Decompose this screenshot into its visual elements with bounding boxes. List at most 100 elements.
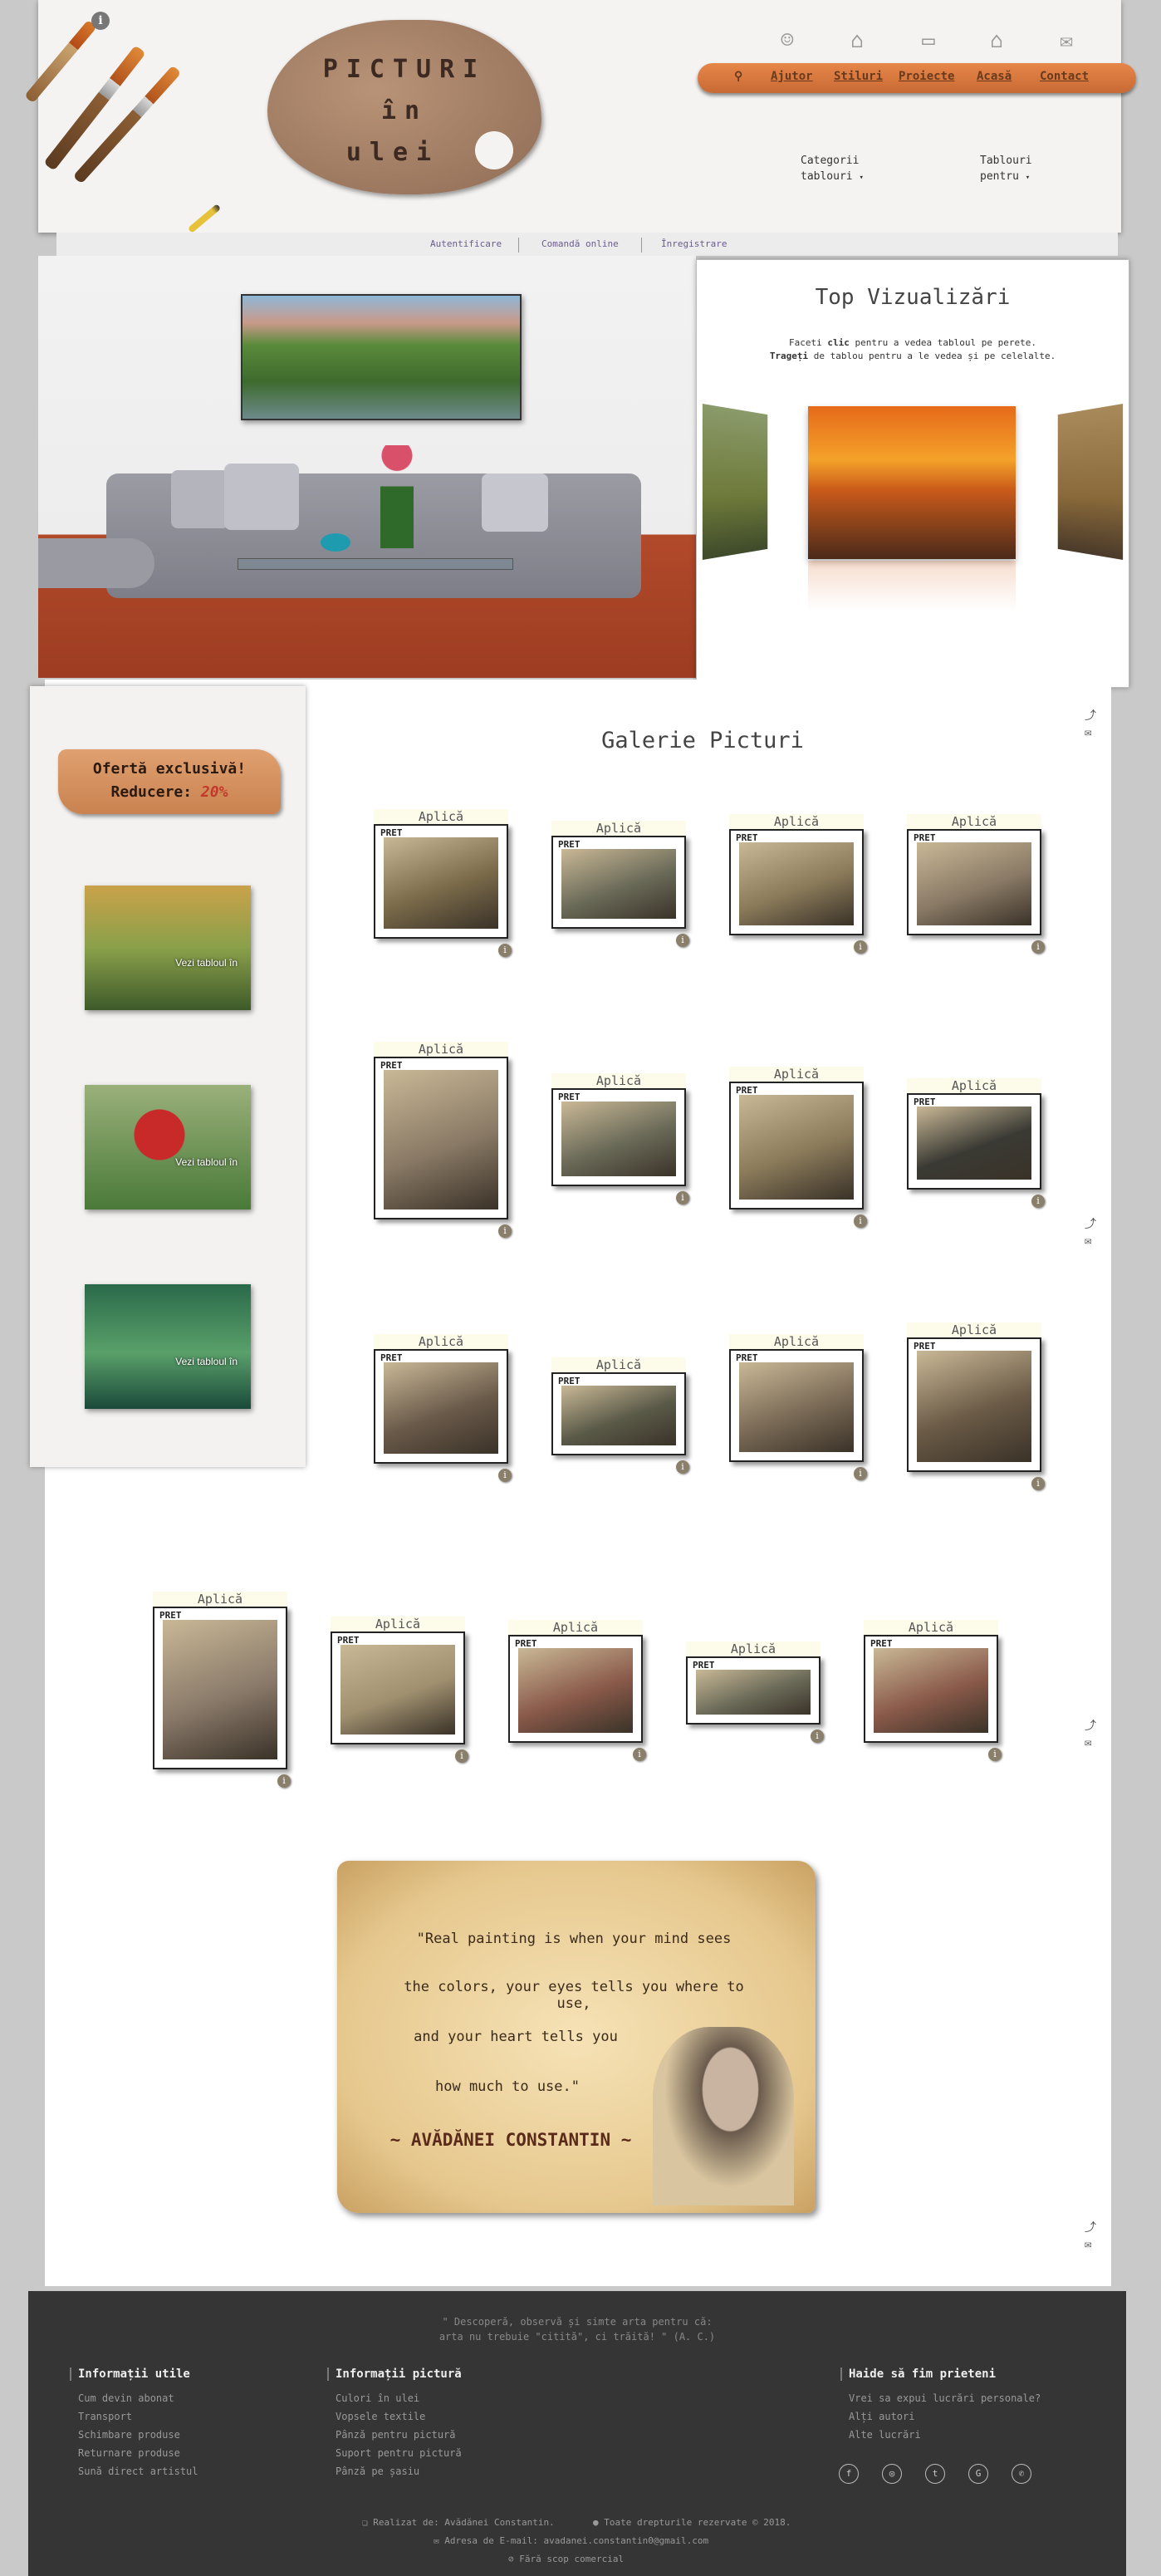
footer-link[interactable]: Schimbare produse bbox=[78, 2429, 180, 2441]
wall-painting[interactable] bbox=[241, 294, 522, 420]
gallery-item[interactable]: Aplică PRET i bbox=[864, 1620, 1002, 1761]
footer-link[interactable]: Cum devin abonat bbox=[78, 2392, 174, 2404]
search-icon[interactable]: ⚲ bbox=[734, 70, 742, 83]
gallery-item[interactable]: Aplică PRET i bbox=[374, 1042, 512, 1238]
info-icon[interactable]: i bbox=[455, 1749, 468, 1763]
painting-frame[interactable]: PRET i bbox=[508, 1635, 646, 1761]
footer-link[interactable]: Transport bbox=[78, 2411, 132, 2422]
apply-label[interactable]: Aplică bbox=[508, 1620, 643, 1635]
info-icon[interactable]: i bbox=[277, 1774, 291, 1788]
room-preview[interactable] bbox=[38, 256, 696, 678]
mail-icon[interactable]: ✉ bbox=[1085, 1233, 1096, 1249]
gallery-item[interactable]: Aplică PRET i bbox=[508, 1620, 646, 1761]
apply-label[interactable]: Aplică bbox=[374, 809, 508, 824]
painting-thumbnail[interactable] bbox=[739, 1362, 854, 1452]
painting-frame[interactable]: PRET i bbox=[331, 1631, 468, 1763]
footer-link[interactable]: Alți autori bbox=[849, 2411, 914, 2422]
apply-label[interactable]: Aplică bbox=[907, 814, 1041, 829]
gallery-item[interactable]: Aplică PRET i bbox=[686, 1641, 824, 1743]
painting-thumbnail[interactable] bbox=[163, 1620, 277, 1759]
painting-thumbnail[interactable] bbox=[340, 1645, 455, 1735]
info-icon[interactable]: i bbox=[1031, 1195, 1045, 1208]
info-icon[interactable]: i bbox=[854, 1467, 867, 1480]
painting-thumbnail[interactable] bbox=[696, 1670, 811, 1715]
painting-frame[interactable]: PRET i bbox=[374, 824, 512, 957]
folder-icon[interactable]: ▭ bbox=[914, 28, 943, 55]
painting-frame[interactable]: PRET i bbox=[686, 1656, 824, 1743]
gallery-item[interactable]: Aplică PRET i bbox=[729, 1067, 867, 1228]
nav-contact[interactable]: Contact bbox=[1040, 70, 1089, 83]
gallery-item[interactable]: Aplică PRET i bbox=[551, 821, 689, 947]
email-text[interactable]: Adresa de E-mail: avadanei.constantin0@g… bbox=[444, 2535, 708, 2546]
info-icon[interactable]: i bbox=[676, 1460, 689, 1474]
painting-thumbnail[interactable] bbox=[518, 1648, 633, 1733]
footer-link[interactable]: Culori în ulei bbox=[336, 2392, 419, 2404]
envelope-icon[interactable]: ✉ bbox=[1051, 28, 1081, 55]
gallery-item[interactable]: Aplică PRET i bbox=[907, 814, 1045, 954]
info-icon[interactable]: i bbox=[854, 1214, 867, 1228]
apply-label[interactable]: Aplică bbox=[551, 1357, 686, 1372]
painting-frame[interactable]: PRET i bbox=[551, 1088, 689, 1205]
footer-link[interactable]: Vopsele textile bbox=[336, 2411, 425, 2422]
info-icon[interactable]: i bbox=[854, 940, 867, 954]
info-icon[interactable]: i bbox=[1031, 940, 1045, 954]
painting-frame[interactable]: PRET i bbox=[729, 1082, 867, 1228]
apply-label[interactable]: Aplică bbox=[729, 814, 864, 829]
carousel-painting[interactable] bbox=[702, 403, 768, 561]
instagram-icon[interactable]: ◎ bbox=[882, 2464, 902, 2484]
gallery-item[interactable]: Aplică PRET i bbox=[153, 1592, 291, 1788]
info-icon[interactable]: i bbox=[676, 934, 689, 947]
apply-label[interactable]: Aplică bbox=[729, 1067, 864, 1082]
painting-frame[interactable]: PRET i bbox=[907, 1337, 1045, 1490]
footer-link[interactable]: Alte lucrări bbox=[849, 2429, 921, 2441]
footer-link[interactable]: Pânză pentru pictură bbox=[336, 2429, 456, 2441]
apply-label[interactable]: Aplică bbox=[374, 1334, 508, 1349]
info-icon[interactable]: i bbox=[498, 1469, 512, 1482]
gallery-item[interactable]: Aplică PRET i bbox=[729, 1334, 867, 1480]
painting-thumbnail[interactable] bbox=[917, 842, 1031, 925]
gallery-item[interactable]: Aplică PRET i bbox=[331, 1617, 468, 1763]
gallery-item[interactable]: Aplică PRET i bbox=[729, 814, 867, 954]
google-icon[interactable]: G bbox=[968, 2464, 988, 2484]
footer-link[interactable]: Suport pentru pictură bbox=[336, 2447, 462, 2459]
facebook-icon[interactable]: f bbox=[839, 2464, 859, 2484]
painting-thumbnail[interactable] bbox=[384, 837, 498, 929]
painting-frame[interactable]: PRET i bbox=[374, 1057, 512, 1238]
carousel-painting[interactable] bbox=[1057, 403, 1124, 561]
gallery-item[interactable]: Aplică PRET i bbox=[907, 1322, 1045, 1490]
offer-sign[interactable]: Ofertă exclusivă! Reducere: 20% bbox=[58, 749, 281, 814]
apply-label[interactable]: Aplică bbox=[153, 1592, 287, 1607]
gallery-item[interactable]: Aplică PRET i bbox=[551, 1073, 689, 1205]
sidebar-painting-autumn[interactable]: Vezi tabloul în bbox=[85, 886, 251, 1010]
nav-ajutor[interactable]: Ajutor bbox=[771, 70, 813, 83]
painting-frame[interactable]: PRET i bbox=[551, 1372, 689, 1474]
footer-link[interactable]: Sună direct artistul bbox=[78, 2466, 198, 2477]
easel-icon[interactable]: ⌂ bbox=[842, 28, 872, 55]
painting-frame[interactable]: PRET i bbox=[374, 1349, 512, 1482]
house-icon[interactable]: ⌂ bbox=[982, 28, 1012, 55]
painting-frame[interactable]: PRET i bbox=[864, 1635, 1002, 1761]
nav-stiluri[interactable]: Stiluri bbox=[834, 70, 883, 83]
painting-thumbnail[interactable] bbox=[739, 842, 854, 925]
nav-acasa[interactable]: Acasă bbox=[977, 70, 1012, 83]
nav-proiecte[interactable]: Proiecte bbox=[899, 70, 954, 83]
info-icon[interactable]: i bbox=[676, 1191, 689, 1205]
painting-thumbnail[interactable] bbox=[739, 1095, 854, 1200]
painting-thumbnail[interactable] bbox=[384, 1070, 498, 1209]
login-link[interactable]: Autentificare bbox=[430, 238, 502, 249]
painting-frame[interactable]: PRET i bbox=[729, 829, 867, 954]
painting-frame[interactable]: PRET i bbox=[729, 1349, 867, 1480]
sidebar-painting-forest[interactable]: Vezi tabloul în bbox=[85, 1284, 251, 1409]
mail-icon[interactable]: ✉ bbox=[1085, 2236, 1096, 2253]
twitter-icon[interactable]: t bbox=[925, 2464, 945, 2484]
info-icon[interactable]: i bbox=[988, 1748, 1002, 1761]
apply-label[interactable]: Aplică bbox=[907, 1322, 1041, 1337]
share-icon[interactable]: ⤴ bbox=[1085, 2220, 1096, 2236]
carousel-painting-featured[interactable] bbox=[808, 406, 1016, 559]
apply-label[interactable]: Aplică bbox=[864, 1620, 998, 1635]
sidebar-painting-poppies[interactable]: Vezi tabloul în bbox=[85, 1085, 251, 1209]
apply-label[interactable]: Aplică bbox=[551, 1073, 686, 1088]
painting-thumbnail[interactable] bbox=[917, 1351, 1031, 1462]
info-icon[interactable]: i bbox=[1031, 1477, 1045, 1490]
painting-thumbnail[interactable] bbox=[561, 849, 676, 919]
